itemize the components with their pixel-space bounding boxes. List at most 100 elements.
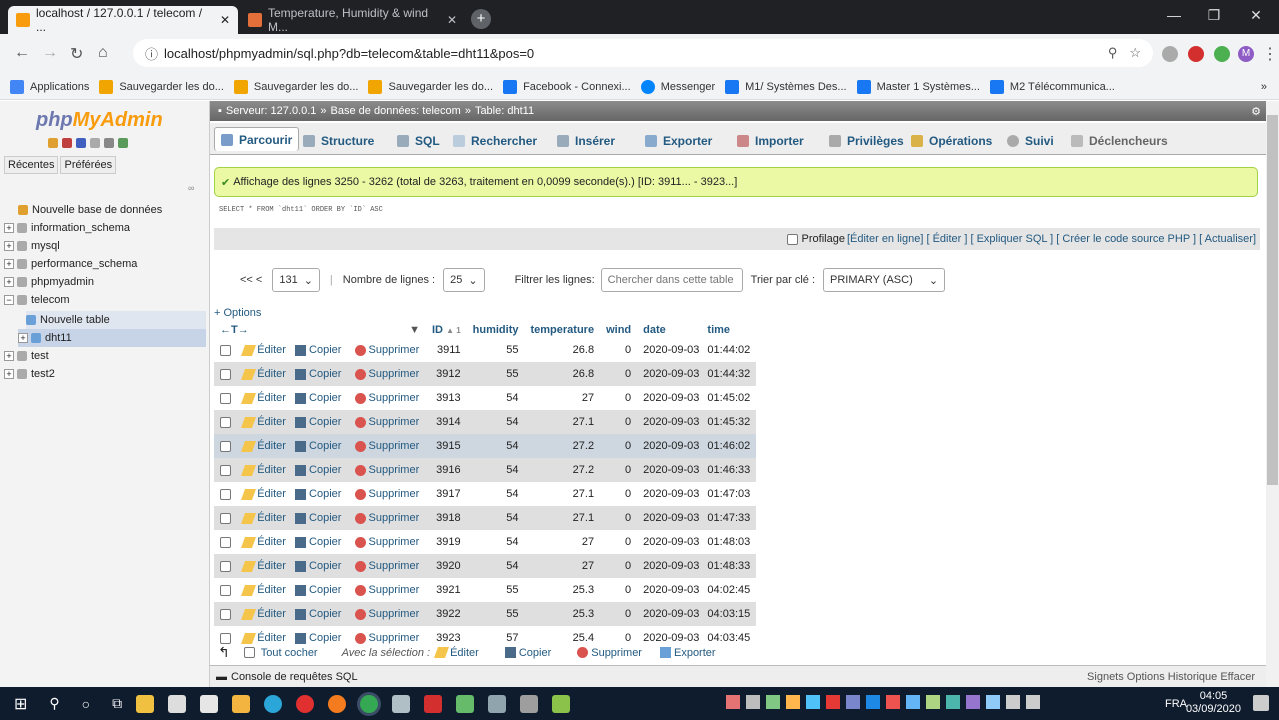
table-row[interactable]: Éditer Copier Supprimer 3919 54 27 0 2020-09-0… (214, 530, 757, 554)
app-icon[interactable] (520, 694, 539, 713)
opera-icon[interactable] (296, 694, 315, 713)
recent-button[interactable]: Récentes (4, 156, 59, 174)
row-copy-button[interactable]: Copier (309, 536, 341, 548)
cell-time[interactable]: 01:45:02 (701, 386, 757, 410)
tree-item-telecom[interactable]: − telecom (4, 291, 214, 309)
cell-time[interactable]: 01:47:33 (701, 506, 757, 530)
bookmark-item[interactable]: Facebook - Connexi... (503, 79, 631, 94)
checkbox[interactable] (220, 584, 231, 596)
cell-time[interactable]: 01:46:33 (701, 458, 757, 482)
tray-icon[interactable] (726, 695, 740, 709)
checkbox[interactable] (220, 416, 231, 428)
extension-icon[interactable] (1214, 46, 1230, 62)
cell-humidity[interactable]: 54 (466, 554, 525, 578)
cell-date[interactable]: 2020-09-03 (637, 458, 702, 482)
back-icon[interactable]: ← (14, 44, 30, 62)
row-edit-button[interactable]: Éditer Copier (237, 506, 349, 530)
tree-item-new-table[interactable]: Nouvelle table (26, 311, 206, 329)
tree-item-new-db[interactable]: Nouvelle base de données (18, 201, 228, 219)
cell-temperature[interactable]: 27 (524, 530, 601, 554)
tree-item-test2[interactable]: + test2 (4, 365, 214, 383)
row-edit-button[interactable]: Éditer Copier (237, 554, 349, 578)
cell-id[interactable]: 3918 (426, 506, 467, 530)
checkbox[interactable] (220, 488, 231, 500)
collapse-icon[interactable]: − (4, 295, 14, 305)
docs-icon[interactable] (90, 138, 100, 148)
checkbox[interactable] (220, 344, 231, 356)
expand-icon[interactable]: + (4, 223, 14, 233)
cell-wind[interactable]: 0 (600, 554, 638, 578)
row-edit-button[interactable]: Éditer Copier (237, 530, 349, 554)
cell-temperature[interactable]: 27.1 (524, 506, 601, 530)
tab-browse[interactable]: Parcourir (214, 127, 300, 151)
cell-humidity[interactable]: 54 (466, 458, 525, 482)
page-select[interactable]: 131 ⌄ (272, 268, 320, 292)
cell-time[interactable]: 01:47:03 (701, 482, 757, 506)
cell-id[interactable]: 3919 (426, 530, 467, 554)
cell-date[interactable]: 2020-09-03 (637, 554, 702, 578)
tab-tracking[interactable]: Suivi (1000, 127, 1061, 155)
cell-time[interactable]: 01:45:32 (701, 410, 757, 434)
tray-icon[interactable] (966, 695, 980, 709)
cell-time[interactable]: 01:46:02 (701, 434, 757, 458)
cell-wind[interactable]: 0 (600, 578, 638, 602)
cell-temperature[interactable]: 27 (524, 386, 601, 410)
col-temperature[interactable]: temperature (524, 322, 601, 338)
app-icon[interactable] (392, 694, 411, 713)
bulk-edit-button[interactable]: Éditer (434, 647, 479, 659)
cell-date[interactable]: 2020-09-03 (637, 602, 702, 626)
star-icon[interactable]: ☆ (1129, 45, 1141, 61)
breadcrumb-table[interactable]: Table: dht11 (475, 105, 534, 117)
cell-humidity[interactable]: 54 (466, 410, 525, 434)
tree-item-mysql[interactable]: + mysql (4, 237, 214, 255)
cell-id[interactable]: 3922 (426, 602, 467, 626)
table-row[interactable]: Éditer Copier Supprimer 3921 55 25.3 0 2020-09… (214, 578, 757, 602)
row-copy-button[interactable]: Copier (309, 512, 341, 524)
table-row[interactable]: Éditer Copier Supprimer 3912 55 26.8 0 2020-09… (214, 362, 757, 386)
row-edit-button[interactable]: Éditer Copier (237, 578, 349, 602)
row-checkbox[interactable] (214, 410, 238, 434)
row-delete-button[interactable]: Supprimer (348, 386, 426, 410)
cell-wind[interactable]: 0 (600, 362, 638, 386)
cell-id[interactable]: 3915 (426, 434, 467, 458)
checkbox[interactable] (220, 608, 231, 620)
tab-sql[interactable]: SQL (390, 127, 447, 155)
row-checkbox[interactable] (214, 554, 238, 578)
task-view-icon[interactable]: ⧉ (112, 695, 122, 712)
cell-temperature[interactable]: 27.1 (524, 482, 601, 506)
prev-page-button[interactable]: << < (240, 274, 262, 286)
settings-icon[interactable]: ⚙ (1251, 105, 1261, 118)
options-link[interactable]: + Options (214, 307, 261, 319)
row-delete-button[interactable]: Supprimer (348, 362, 426, 386)
cell-temperature[interactable]: 26.8 (524, 362, 601, 386)
cell-humidity[interactable]: 55 (466, 362, 525, 386)
app-icon[interactable] (456, 694, 475, 713)
table-row[interactable]: Éditer Copier Supprimer 3911 55 26.8 0 2020-09… (214, 338, 757, 362)
rows-select[interactable]: 25 ⌄ (443, 268, 485, 292)
cell-time[interactable]: 04:02:45 (701, 578, 757, 602)
link-icon[interactable]: ∞ (188, 183, 194, 193)
tab-phpmyadmin[interactable]: localhost / 127.0.0.1 / telecom / ... ✕ (8, 6, 238, 34)
cell-id[interactable]: 3917 (426, 482, 467, 506)
cell-wind[interactable]: 0 (600, 386, 638, 410)
cell-id[interactable]: 3912 (426, 362, 467, 386)
cell-date[interactable]: 2020-09-03 (637, 386, 702, 410)
sort-select[interactable]: PRIMARY (ASC) ⌄ (823, 268, 946, 292)
firefox-icon[interactable] (328, 694, 347, 713)
col-humidity[interactable]: humidity (466, 322, 525, 338)
cell-date[interactable]: 2020-09-03 (637, 410, 702, 434)
row-edit-button[interactable]: Éditer Copier (237, 386, 349, 410)
bookmark-apps[interactable]: Applications (10, 79, 89, 94)
more-bookmarks-icon[interactable]: » (1261, 81, 1267, 93)
expand-icon[interactable]: + (4, 369, 14, 379)
row-checkbox[interactable] (214, 458, 238, 482)
tray-icon[interactable] (766, 695, 780, 709)
mail-icon[interactable] (168, 694, 187, 713)
tray-icon[interactable] (806, 695, 820, 709)
row-edit-button[interactable]: Éditer Copier (237, 338, 349, 362)
home-icon[interactable] (48, 138, 58, 148)
cell-temperature[interactable]: 27 (524, 554, 601, 578)
cell-date[interactable]: 2020-09-03 (637, 530, 702, 554)
tray-icon[interactable] (926, 695, 940, 709)
row-delete-button[interactable]: Supprimer (348, 482, 426, 506)
